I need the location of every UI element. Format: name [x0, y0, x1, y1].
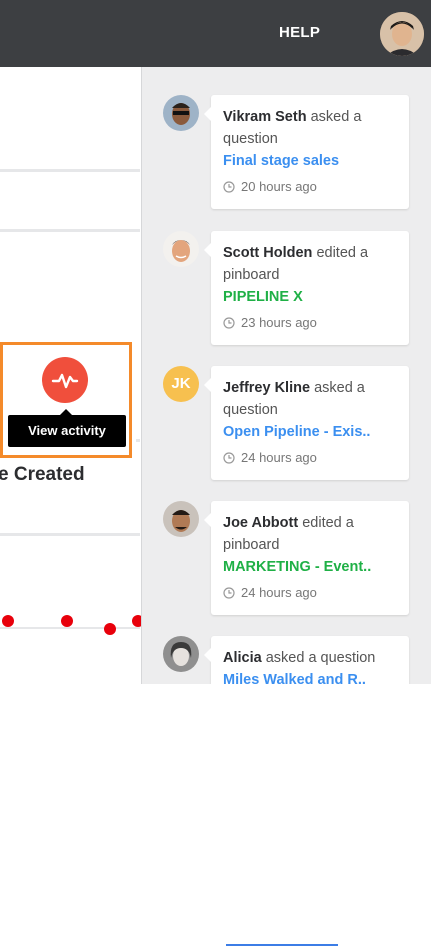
activity-time: 24 hours ago — [241, 585, 317, 600]
chart-point — [61, 615, 73, 627]
top-nav-bar: HELP — [0, 0, 431, 67]
activity-time: 20 hours ago — [241, 179, 317, 194]
user-name[interactable]: Joe Abbott — [223, 515, 298, 531]
user-avatar[interactable] — [380, 12, 424, 56]
activity-card[interactable]: Joe Abbott edited a pinboard MARKETING -… — [204, 501, 409, 615]
activity-card[interactable]: Vikram Seth asked a question Final stage… — [204, 95, 409, 209]
avatar[interactable]: JK — [163, 366, 199, 402]
clock-icon — [223, 180, 235, 198]
activity-time: 24 hours ago — [241, 450, 317, 465]
activity-link[interactable]: MARKETING - Event.. — [223, 556, 397, 578]
user-name[interactable]: Vikram Seth — [223, 109, 307, 125]
user-name[interactable]: Jeffrey Kline — [223, 380, 310, 396]
clock-icon — [223, 316, 235, 334]
activity-link[interactable]: Open Pipeline - Exis.. — [223, 421, 397, 443]
user-name[interactable]: Alicia — [223, 650, 262, 666]
avatar[interactable] — [163, 501, 199, 537]
view-activity-tooltip: View activity — [8, 409, 126, 447]
activity-card[interactable]: Alicia asked a question Miles Walked and… — [204, 636, 409, 684]
home-indicator — [226, 944, 338, 946]
avatar[interactable] — [163, 636, 199, 672]
activity-time: 23 hours ago — [241, 315, 317, 330]
app-screen: View activity e Created Vikram Seth aske… — [0, 67, 431, 684]
chart-point — [104, 623, 116, 635]
avatar[interactable] — [163, 231, 199, 267]
activity-action: asked a question — [265, 650, 376, 666]
user-name[interactable]: Scott Holden — [223, 245, 312, 261]
divider — [0, 533, 140, 536]
divider — [0, 229, 140, 232]
chart-baseline — [0, 627, 140, 629]
avatar[interactable] — [163, 95, 199, 131]
divider — [136, 439, 140, 442]
activity-card[interactable]: Scott Holden edited a pinboard PIPELINE … — [204, 231, 409, 345]
activity-feed-panel: Vikram Seth asked a question Final stage… — [141, 67, 431, 684]
activity-pulse-icon[interactable] — [42, 357, 88, 403]
chart-point — [2, 615, 14, 627]
chart-title-fragment: e Created — [0, 464, 85, 485]
activity-card[interactable]: Jeffrey Kline asked a question Open Pipe… — [204, 366, 409, 480]
divider — [0, 169, 140, 172]
clock-icon — [223, 586, 235, 604]
activity-link[interactable]: Miles Walked and R.. — [223, 669, 397, 684]
help-link[interactable]: HELP — [279, 24, 320, 41]
activity-link[interactable]: Final stage sales — [223, 150, 397, 172]
activity-link[interactable]: PIPELINE X — [223, 286, 397, 308]
clock-icon — [223, 451, 235, 469]
